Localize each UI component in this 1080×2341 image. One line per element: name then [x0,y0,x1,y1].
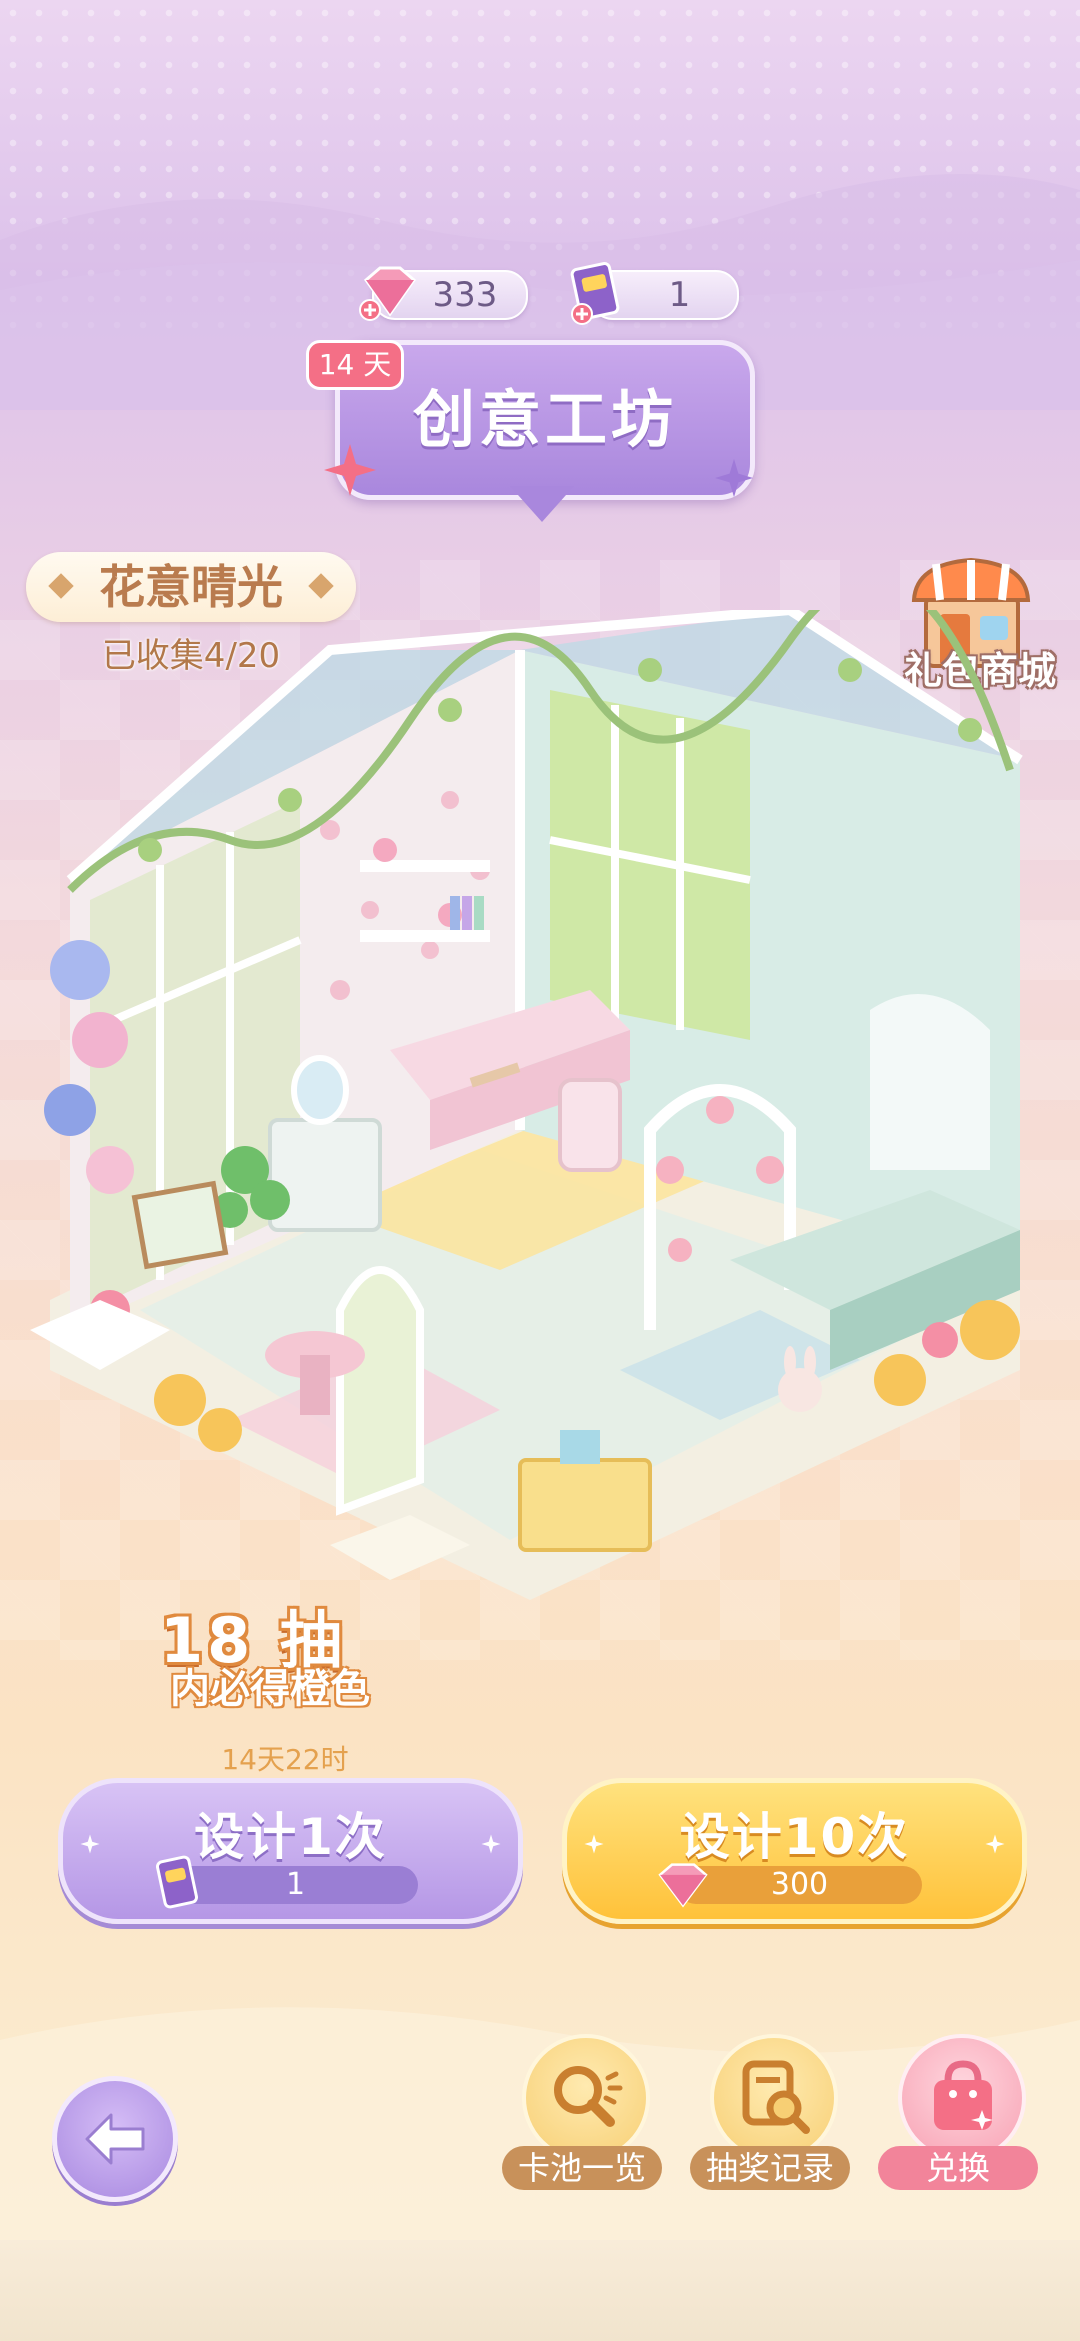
pity-guarantee-text: 内必得橙色 [170,1666,370,1712]
records-search-icon [742,2060,810,2134]
days-remaining-badge: 14 天 [306,340,404,390]
design-ticket-icon [155,1855,199,1909]
design-ticket-icon [570,262,620,325]
sparkle-icon [481,1834,501,1854]
draw-records-label: 抽奖记录 [690,2146,850,2190]
exchange-icon-bg [898,2034,1026,2162]
diamond-icon [359,266,417,321]
back-button[interactable] [52,2076,178,2202]
sparkle-icon [985,1834,1005,1854]
magnifier-icon [554,2066,623,2127]
design-once-cost: 1 [173,1866,418,1904]
diamond-icon [658,1863,708,1908]
design-ten-cost: 300 [677,1866,922,1904]
design-ten-label: 设计10次 [679,1808,910,1866]
design-ten-button[interactable]: 设计10次 300 [562,1778,1027,1924]
bottom-band [0,2240,1080,2341]
card-pool-icon-bg [522,2034,650,2162]
shopping-bag-icon [934,2060,993,2130]
greenhouse-room-illustration [30,610,1023,1600]
sparkle-icon [584,1834,604,1854]
design-once-button[interactable]: 设计1次 1 [58,1778,523,1924]
draw-records-icon-bg [710,2034,838,2162]
sparkle-icon [80,1834,100,1854]
event-timer: 14天22时 [221,1743,349,1776]
card-pool-label: 卡池一览 [502,2146,662,2190]
design-once-label: 设计1次 [194,1808,387,1866]
exchange-label: 兑换 [878,2146,1038,2190]
back-arrow-icon [85,2113,145,2165]
sparkle-icon [324,444,376,496]
sparkle-icon-2 [714,458,754,498]
banner-tail [510,486,574,522]
